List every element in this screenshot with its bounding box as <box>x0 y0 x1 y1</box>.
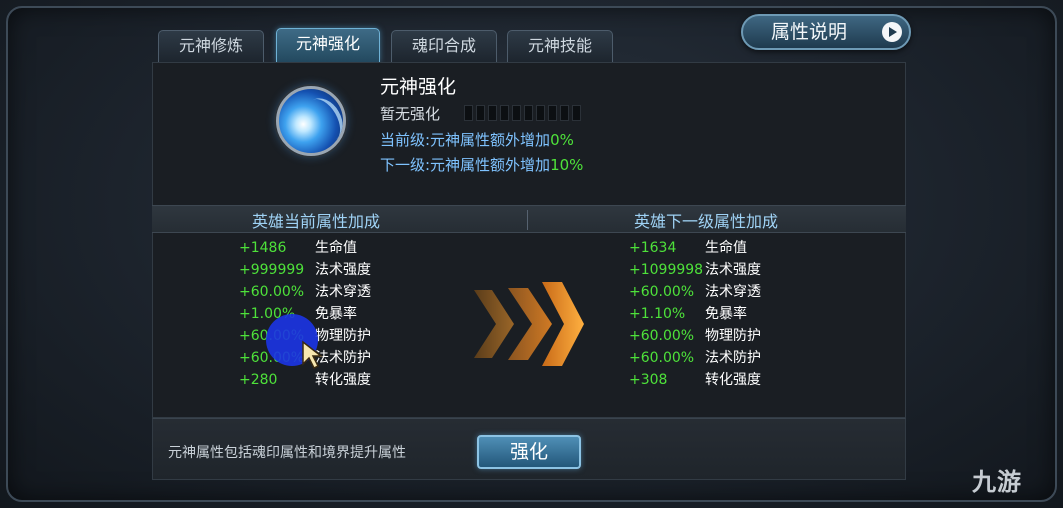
next-stat-row: +1.10% 免暴率 <box>629 304 789 324</box>
stat-value: +280 <box>239 372 278 388</box>
progress-segment <box>572 105 581 121</box>
play-icon <box>882 22 902 42</box>
stat-name: 免暴率 <box>315 306 357 322</box>
stat-value: +60.00% <box>239 284 305 300</box>
stat-value: +1.10% <box>629 306 686 322</box>
current-level-info: 当前级:元神属性额外增加0% <box>380 129 574 150</box>
progress-segment <box>488 105 497 121</box>
progress-segment <box>464 105 473 121</box>
next-stat-row: +60.00% 物理防护 <box>629 326 789 346</box>
upgrade-arrows-icon <box>474 282 584 366</box>
tab-soul-strengthen[interactable]: 元神强化 <box>276 28 380 62</box>
stat-name: 法术强度 <box>705 262 761 278</box>
stat-name: 法术防护 <box>705 350 761 366</box>
progress-segment <box>512 105 521 121</box>
current-level-value: 0% <box>550 131 574 149</box>
arrow-chevron <box>508 288 552 360</box>
strengthen-button[interactable]: 强化 <box>477 435 581 469</box>
strengthen-status: 暂无强化 <box>380 105 441 123</box>
stat-name: 转化强度 <box>315 372 371 388</box>
stat-value: +1099998 <box>629 262 704 278</box>
progress-segment <box>548 105 557 121</box>
next-level-info: 下一级:元神属性额外增加10% <box>380 154 583 175</box>
progress-segment <box>560 105 569 121</box>
stat-name: 法术穿透 <box>315 284 371 300</box>
current-level-label: 当前级:元神属性额外增加 <box>380 131 551 149</box>
attribute-note: 元神属性包括魂印属性和境界提升属性 <box>168 445 406 461</box>
watermark-text: 九游 <box>972 468 1022 496</box>
stat-value: +1486 <box>239 240 287 256</box>
next-stats-header: 英雄下一级属性加成 <box>634 212 779 231</box>
tab-soul-training[interactable]: 元神修炼 <box>158 30 264 62</box>
attribute-description-button[interactable]: 属性说明 <box>741 14 911 50</box>
arrow-chevron <box>474 290 514 358</box>
stat-value: +308 <box>629 372 668 388</box>
stat-value: +60.00% <box>629 350 695 366</box>
current-stat-row: +999999 法术强度 <box>239 260 399 280</box>
next-stat-row: +60.00% 法术穿透 <box>629 282 789 302</box>
progress-segment <box>536 105 545 121</box>
progress-segment <box>476 105 485 121</box>
next-stat-row: +308 转化强度 <box>629 370 789 390</box>
current-stat-row: +60.00% 法术穿透 <box>239 282 399 302</box>
stat-value: +1634 <box>629 240 677 256</box>
progress-segment <box>500 105 509 121</box>
skill-title: 元神强化 <box>380 76 457 98</box>
next-stat-row: +60.00% 法术防护 <box>629 348 789 368</box>
header-divider <box>527 210 528 230</box>
attribute-description-label: 属性说明 <box>771 21 848 43</box>
current-stat-row: +1.00% 免暴率 <box>239 304 399 324</box>
next-stat-row: +1634 生命值 <box>629 238 789 258</box>
stat-name: 免暴率 <box>705 306 747 322</box>
current-stats-header: 英雄当前属性加成 <box>252 212 381 231</box>
progress-segment <box>524 105 533 121</box>
stat-value: +999999 <box>239 262 305 278</box>
blue-comet-icon <box>276 86 346 156</box>
stat-name: 转化强度 <box>705 372 761 388</box>
watermark-logo: 九游 <box>972 462 1022 497</box>
tab-seal-synthesis[interactable]: 魂印合成 <box>391 30 497 62</box>
current-stat-row: +280 转化强度 <box>239 370 399 390</box>
stat-value: +60.00% <box>629 328 695 344</box>
current-stat-row: +1486 生命值 <box>239 238 399 258</box>
stat-value: +60.00% <box>629 284 695 300</box>
strengthen-progress-bar <box>464 105 581 121</box>
mouse-cursor-icon <box>302 340 324 370</box>
stat-name: 法术强度 <box>315 262 371 278</box>
next-level-label: 下一级:元神属性额外增加 <box>380 156 551 174</box>
stat-name: 物理防护 <box>705 328 761 344</box>
next-level-value: 10% <box>550 156 584 174</box>
next-stat-row: +1099998 法术强度 <box>629 260 789 280</box>
stat-name: 生命值 <box>705 240 747 256</box>
stat-name: 法术穿透 <box>705 284 761 300</box>
stat-name: 生命值 <box>315 240 357 256</box>
tab-soul-skills[interactable]: 元神技能 <box>507 30 613 62</box>
